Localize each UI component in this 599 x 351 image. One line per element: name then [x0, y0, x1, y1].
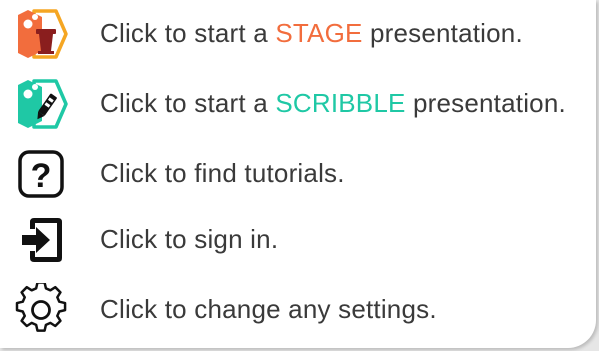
- sign-in-row[interactable]: Click to sign in.: [0, 208, 596, 272]
- start-scribble-presentation-label: Click to start a SCRIBBLE presentation.: [100, 88, 566, 118]
- start-stage-presentation-label: Click to start a STAGE presentation.: [100, 18, 523, 48]
- start-scribble-presentation-row[interactable]: Click to start a SCRIBBLE presentation.: [0, 72, 596, 136]
- change-settings-row[interactable]: Click to change any settings.: [0, 278, 596, 342]
- gear-icon: [14, 283, 68, 337]
- find-tutorials-label: Click to find tutorials.: [100, 158, 345, 188]
- svg-text:?: ?: [31, 157, 52, 195]
- scribble-pen-icon: [14, 77, 68, 131]
- sign-in-icon: [14, 213, 68, 267]
- stage-podium-icon: [14, 7, 68, 61]
- question-mark-icon: ?: [14, 147, 68, 201]
- find-tutorials-row[interactable]: ? Click to find tutorials.: [0, 142, 596, 206]
- sign-in-label: Click to sign in.: [100, 224, 279, 254]
- change-settings-label: Click to change any settings.: [100, 294, 437, 324]
- help-panel: Click to start a STAGE presentation. Cli…: [0, 0, 596, 348]
- start-stage-presentation-row[interactable]: Click to start a STAGE presentation.: [0, 2, 596, 66]
- stage-highlight: STAGE: [275, 18, 363, 48]
- scribble-highlight: SCRIBBLE: [275, 88, 406, 118]
